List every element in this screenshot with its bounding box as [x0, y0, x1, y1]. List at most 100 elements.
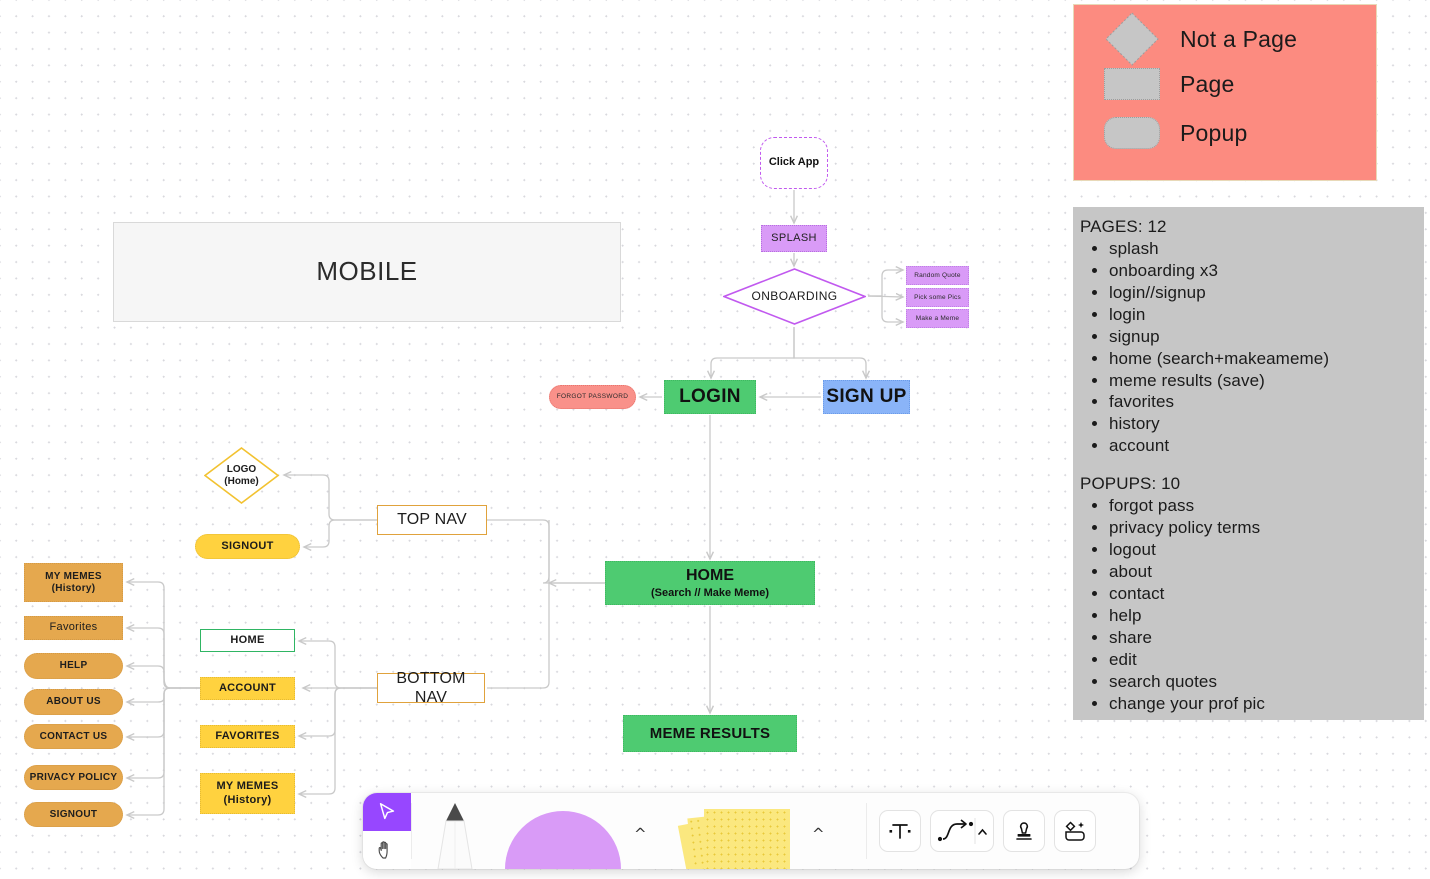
- text-tool[interactable]: [879, 810, 921, 852]
- shape-tool-group[interactable]: ^: [498, 793, 676, 869]
- node-splash-label: SPLASH: [771, 231, 817, 244]
- popups-heading: POPUPS: 10: [1080, 474, 1181, 494]
- list-item: contact: [1109, 583, 1424, 605]
- node-splash[interactable]: SPLASH: [761, 225, 827, 252]
- node-bottom-nav[interactable]: BOTTOM NAV: [377, 670, 485, 706]
- sticky-note-tool-group[interactable]: ^: [676, 793, 866, 869]
- node-bottomnav-home-label: HOME: [230, 633, 265, 646]
- selection-tool-group[interactable]: [363, 793, 411, 869]
- hand-tool[interactable]: [363, 831, 411, 869]
- node-bottomnav-mymemes-label: MY MEMES: [216, 780, 279, 793]
- pill-icon: [1104, 117, 1160, 149]
- node-home[interactable]: HOME (Search // Make Meme): [605, 561, 815, 605]
- shape-chevron-up-icon[interactable]: ^: [628, 825, 657, 869]
- hand-icon: [378, 841, 388, 859]
- list-item: account: [1109, 435, 1424, 457]
- pencil-tool[interactable]: [412, 793, 498, 869]
- node-account-contact-us-label: CONTACT US: [39, 730, 108, 742]
- node-onboarding-step-2[interactable]: Pick some Pics: [906, 288, 969, 307]
- stamp-icon: [1016, 822, 1032, 840]
- node-account-privacy-policy[interactable]: PRIVACY POLICY: [24, 765, 123, 790]
- node-account-about-us-label: ABOUT US: [46, 696, 101, 707]
- node-login[interactable]: LOGIN: [664, 380, 756, 414]
- toolbar-button-group[interactable]: [867, 793, 1108, 869]
- node-login-label: LOGIN: [679, 385, 741, 407]
- node-account-signout[interactable]: SIGNOUT: [24, 802, 123, 827]
- list-item: login: [1109, 304, 1424, 326]
- legend-item-popup: Popup: [1104, 117, 1248, 149]
- node-onboarding[interactable]: ONBOARDING: [723, 268, 866, 325]
- mobile-frame-title: MOBILE: [316, 256, 418, 287]
- node-top-nav[interactable]: TOP NAV: [377, 505, 487, 535]
- node-onboarding-step-3[interactable]: Make a Meme: [906, 309, 969, 328]
- connector-tool[interactable]: [930, 810, 994, 852]
- shape-tool[interactable]: [498, 807, 628, 869]
- list-item: help: [1109, 605, 1424, 627]
- rectangle-icon: [1104, 68, 1160, 100]
- node-bottomnav-account-label: ACCOUNT: [218, 681, 277, 694]
- node-account-mymemes[interactable]: MY MEMES (History): [24, 563, 123, 602]
- list-item: onboarding x3: [1109, 260, 1424, 282]
- node-home-subtitle: (Search // Make Meme): [651, 586, 769, 599]
- node-account-about-us[interactable]: ABOUT US: [24, 689, 123, 715]
- node-home-title: HOME: [686, 567, 734, 585]
- cursor-icon: [379, 803, 395, 820]
- shape-icon: [505, 811, 621, 869]
- node-account-signout-label: SIGNOUT: [49, 808, 98, 820]
- popups-list: forgot pass privacy policy terms logout …: [1073, 495, 1424, 714]
- node-account-mymemes-label: MY MEMES: [45, 570, 102, 582]
- stamp-tool[interactable]: [1003, 810, 1045, 852]
- list-item: favorites: [1109, 391, 1424, 413]
- node-logo[interactable]: LOGO (Home): [204, 447, 279, 504]
- node-bottomnav-home[interactable]: HOME: [200, 629, 295, 652]
- node-account-favorites[interactable]: Favorites: [24, 616, 123, 640]
- pencil-icon: [437, 803, 473, 869]
- node-forgot-password-label: FORGOT PASSWORD: [556, 393, 629, 401]
- list-item: about: [1109, 561, 1424, 583]
- notes-spacer: [1073, 457, 1424, 474]
- node-signout-top[interactable]: SIGNOUT: [195, 534, 300, 559]
- node-forgot-password[interactable]: FORGOT PASSWORD: [549, 385, 636, 409]
- sticky-note-tool[interactable]: [676, 793, 806, 869]
- list-item: forgot pass: [1109, 495, 1424, 517]
- node-account-privacy-policy-label: PRIVACY POLICY: [29, 771, 118, 783]
- node-account-help-label: HELP: [59, 660, 88, 671]
- notes-panel[interactable]: PAGES: 12 splash onboarding x3 login//si…: [1073, 207, 1424, 720]
- text-icon: [889, 824, 911, 839]
- node-bottomnav-mymemes[interactable]: MY MEMES (History): [200, 773, 295, 814]
- pages-list: splash onboarding x3 login//signup login…: [1073, 238, 1424, 457]
- toolbar[interactable]: ^ ^: [363, 793, 1139, 869]
- node-onboarding-step-2-label: Pick some Pics: [914, 293, 961, 301]
- node-bottomnav-account[interactable]: ACCOUNT: [200, 677, 295, 700]
- node-signup[interactable]: SIGN UP: [823, 380, 910, 414]
- node-account-contact-us[interactable]: CONTACT US: [24, 724, 123, 749]
- diamond-icon: [1104, 11, 1160, 67]
- mobile-frame[interactable]: MOBILE: [113, 222, 621, 322]
- node-meme-results[interactable]: MEME RESULTS: [623, 715, 797, 752]
- node-bottomnav-mymemes-sub: (History): [223, 793, 272, 806]
- list-item: meme results (save): [1109, 370, 1424, 392]
- node-bottomnav-favorites[interactable]: FAVORITES: [200, 725, 295, 748]
- node-account-help[interactable]: HELP: [24, 653, 123, 679]
- list-item: home (search+makeameme): [1109, 348, 1424, 370]
- legend-item-not-a-page: Not a Page: [1104, 11, 1297, 67]
- legend-panel[interactable]: Not a Page Page Popup: [1073, 4, 1377, 181]
- sticky-note-front: [704, 809, 790, 869]
- media-tool[interactable]: [1054, 810, 1096, 852]
- list-item: history: [1109, 413, 1424, 435]
- list-item: login//signup: [1109, 282, 1424, 304]
- node-bottom-nav-label: BOTTOM NAV: [396, 669, 466, 706]
- node-onboarding-step-1-label: Random Quote: [914, 271, 961, 279]
- figjam-canvas[interactable]: MOBILE Click App SPLASH ONBOARDING Rando…: [0, 0, 1430, 879]
- node-meme-results-label: MEME RESULTS: [649, 724, 771, 742]
- list-item: logout: [1109, 539, 1424, 561]
- list-item: signup: [1109, 326, 1424, 348]
- node-click-app-label: Click App: [768, 156, 820, 169]
- node-onboarding-step-1[interactable]: Random Quote: [906, 266, 969, 285]
- node-click-app[interactable]: Click App: [760, 137, 828, 189]
- media-icon: [1065, 821, 1085, 841]
- cursor-tool[interactable]: [363, 793, 411, 831]
- node-onboarding-label: ONBOARDING: [751, 289, 838, 304]
- sticky-chevron-up-icon[interactable]: ^: [806, 825, 835, 869]
- node-account-mymemes-sub: (History): [51, 582, 96, 594]
